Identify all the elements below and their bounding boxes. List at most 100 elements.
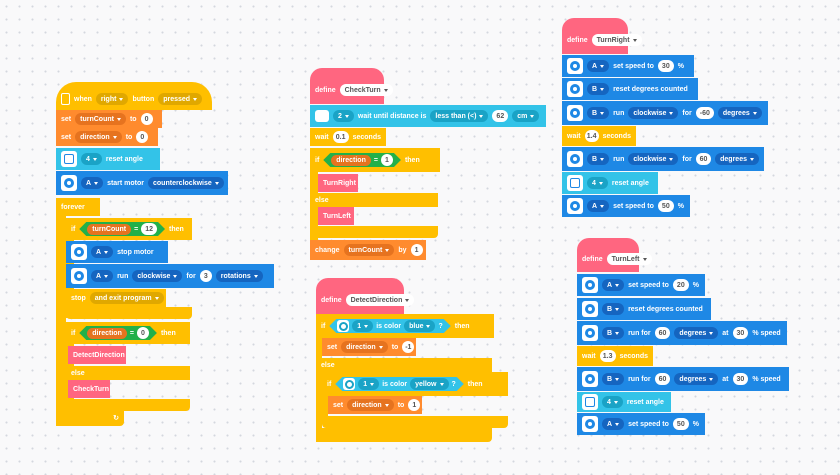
myblock-name[interactable]: CheckTurn (339, 84, 393, 96)
reset-degrees-block[interactable]: B reset degrees counted (577, 298, 711, 320)
value-input[interactable]: 1 (381, 154, 393, 166)
if-turncount-block[interactable]: if turnCount = 12 then (66, 218, 192, 240)
unit-dropdown[interactable]: degrees (715, 153, 759, 165)
port-dropdown[interactable]: B (587, 83, 610, 95)
value-input[interactable]: 1 (408, 399, 421, 411)
equals-operator[interactable]: direction = 1 (323, 153, 401, 167)
speed-input[interactable]: 30 (732, 373, 749, 385)
amount-input[interactable]: 60 (654, 373, 671, 385)
port-dropdown[interactable]: A (91, 270, 114, 282)
color-sensor-predicate[interactable]: 1 is color blue ? (329, 319, 450, 333)
port-dropdown[interactable]: A (602, 418, 625, 430)
run-for-degrees-block[interactable]: B run for 60 degrees at 30 % speed (577, 321, 787, 345)
direction-dropdown[interactable]: clockwise (132, 270, 183, 282)
call-turnright-block[interactable]: TurnRight (318, 174, 358, 192)
amount-input[interactable]: -60 (695, 107, 714, 119)
reset-angle-block[interactable]: 4 reset angle (562, 172, 658, 194)
speed-input[interactable]: 20 (672, 279, 689, 291)
myblock-name[interactable]: TurnLeft (606, 253, 652, 265)
amount-input[interactable]: 60 (695, 153, 712, 165)
port-dropdown[interactable]: 2 (333, 110, 354, 122)
value-input[interactable]: 0 (140, 113, 153, 125)
change-turncount-block[interactable]: change turnCount by 1 (310, 240, 426, 260)
unit-dropdown[interactable]: degrees (717, 107, 762, 119)
set-speed-block[interactable]: A set speed to 20 % (577, 274, 705, 296)
variable-reporter[interactable]: direction (331, 155, 371, 166)
port-dropdown[interactable]: 4 (81, 153, 102, 165)
unit-dropdown[interactable]: rotations (215, 270, 263, 282)
reset-angle-block[interactable]: 4 reset angle (56, 148, 160, 170)
speed-input[interactable]: 30 (732, 327, 749, 339)
set-speed-block[interactable]: A set speed to 30 % (562, 55, 694, 77)
speed-input[interactable]: 50 (657, 200, 674, 212)
equals-operator[interactable]: direction = 0 (79, 326, 157, 340)
seconds-input[interactable]: 1.3 (599, 350, 616, 362)
variable-reporter[interactable]: direction (87, 328, 127, 339)
button-port-dropdown[interactable]: right (95, 93, 129, 105)
direction-dropdown[interactable]: clockwise (628, 153, 679, 165)
value-input[interactable]: 12 (141, 223, 157, 235)
port-dropdown[interactable]: A (81, 177, 104, 189)
set-direction-block[interactable]: set direction to -1 (322, 338, 416, 356)
unit-dropdown[interactable]: degrees (674, 373, 719, 385)
variable-dropdown[interactable]: direction (347, 399, 394, 411)
variable-dropdown[interactable]: direction (341, 341, 388, 353)
direction-dropdown[interactable]: counterclockwise (148, 177, 224, 189)
port-dropdown[interactable]: 4 (587, 177, 608, 189)
myblock-name[interactable]: DetectDirection (345, 294, 415, 306)
value-input[interactable]: 0 (137, 327, 149, 339)
port-dropdown[interactable]: B (602, 373, 625, 385)
set-direction-block[interactable]: set direction to 0 (56, 128, 158, 146)
set-speed-block[interactable]: A set speed to 50 % (577, 413, 705, 435)
if-color-yellow-block[interactable]: if 1 is color yellow ? then (322, 372, 508, 396)
port-dropdown[interactable]: 4 (602, 396, 623, 408)
port-dropdown[interactable]: B (587, 107, 610, 119)
variable-dropdown[interactable]: turnCount (343, 244, 395, 256)
wait-seconds-block[interactable]: wait 0.1 seconds (310, 128, 386, 146)
color-dropdown[interactable]: yellow (410, 378, 448, 390)
stop-option-dropdown[interactable]: and exit program (89, 292, 164, 304)
if-direction-block[interactable]: if direction = 1 then (310, 148, 440, 172)
direction-dropdown[interactable]: clockwise (628, 107, 679, 119)
define-detectdirection-block[interactable]: define DetectDirection (316, 278, 415, 314)
color-sensor-predicate[interactable]: 1 is color yellow ? (335, 377, 464, 391)
call-checkturn-block[interactable]: CheckTurn (68, 380, 110, 398)
call-turnleft-block[interactable]: TurnLeft (318, 207, 354, 225)
start-motor-block[interactable]: A start motor counterclockwise (56, 171, 228, 195)
port-dropdown[interactable]: B (602, 303, 625, 315)
wait-seconds-block[interactable]: wait 1.4 seconds (562, 126, 636, 146)
port-dropdown[interactable]: A (602, 279, 625, 291)
set-turncount-block[interactable]: set turnCount to 0 (56, 110, 162, 128)
equals-operator[interactable]: turnCount = 12 (79, 222, 165, 236)
run-motor-block[interactable]: A run clockwise for 3 rotations (66, 264, 274, 288)
comparison-dropdown[interactable]: less than (<) (430, 110, 489, 122)
amount-input[interactable]: 3 (199, 270, 212, 282)
value-input[interactable]: -1 (402, 341, 415, 353)
unit-dropdown[interactable]: cm (512, 110, 540, 122)
myblock-name[interactable]: TurnRight (591, 34, 642, 46)
wait-seconds-block[interactable]: wait 1.3 seconds (577, 346, 653, 366)
port-dropdown[interactable]: B (587, 153, 610, 165)
port-dropdown[interactable]: 1 (352, 320, 373, 332)
if-color-blue-block[interactable]: if 1 is color blue ? then (316, 314, 494, 338)
call-detectdirection-block[interactable]: DetectDirection (68, 346, 126, 364)
set-speed-block[interactable]: A set speed to 50 % (562, 195, 690, 217)
wait-until-distance-block[interactable]: ∞ 2 wait until distance is less than (<)… (310, 105, 546, 127)
run-motor-block[interactable]: B run clockwise for 60 degrees (562, 147, 764, 171)
run-for-degrees-block[interactable]: B run for 60 degrees at 30 % speed (577, 367, 789, 391)
unit-dropdown[interactable]: degrees (674, 327, 719, 339)
port-dropdown[interactable]: A (587, 60, 610, 72)
amount-input[interactable]: 60 (654, 327, 671, 339)
value-input[interactable]: 1 (410, 244, 423, 256)
set-direction-block[interactable]: set direction to 1 (328, 396, 422, 414)
stop-program-block[interactable]: stop and exit program (66, 289, 166, 307)
define-turnleft-block[interactable]: define TurnLeft (577, 238, 652, 272)
when-button-pressed-block[interactable]: when right button pressed (56, 82, 212, 110)
stop-motor-block[interactable]: A stop motor (66, 241, 168, 263)
port-dropdown[interactable]: A (91, 246, 114, 258)
speed-input[interactable]: 50 (672, 418, 689, 430)
reset-degrees-block[interactable]: B reset degrees counted (562, 78, 698, 100)
value-input[interactable]: 0 (136, 131, 149, 143)
reset-angle-block[interactable]: 4 reset angle (577, 392, 671, 412)
define-turnright-block[interactable]: define TurnRight (562, 18, 642, 54)
